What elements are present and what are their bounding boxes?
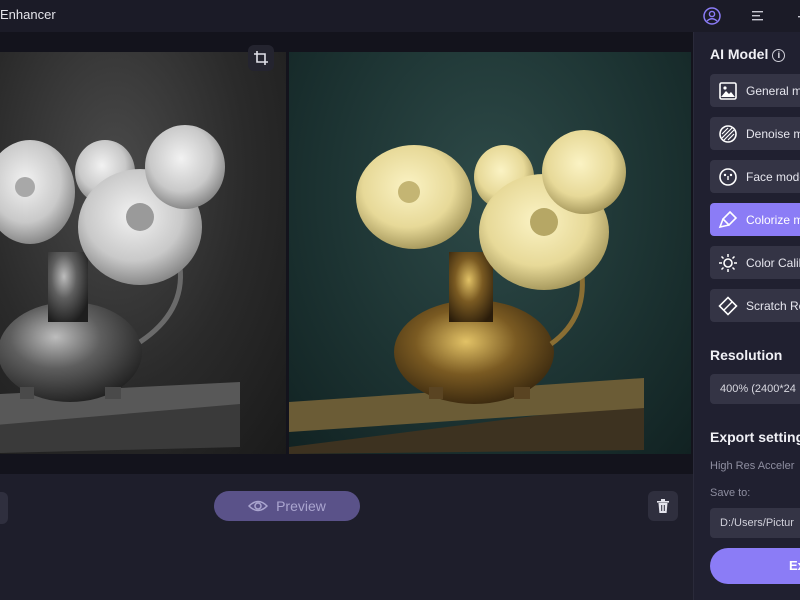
model-label: Scratch Re [746,298,800,313]
model-label: Colorize m [746,212,800,227]
info-icon[interactable]: i [772,49,786,62]
crop-button[interactable] [248,45,274,71]
menu-icon[interactable] [747,5,769,27]
model-general-button[interactable]: General m [710,74,800,107]
resolution-title: Resolution [710,347,783,363]
export-button[interactable]: Ex [710,548,800,584]
eye-icon [248,500,269,512]
trash-icon [657,499,669,513]
minimize-icon[interactable] [790,5,800,27]
denoise-icon [719,124,737,143]
model-label: General m [746,83,800,98]
ai-model-title: AI Model i [710,46,786,62]
app-title: Enhancer [0,7,56,22]
app-window: Enhancer Preview AI Model i General m De… [0,0,800,600]
preview-button[interactable]: Preview [214,491,360,521]
save-path-field[interactable]: D:/Users/Pictur [710,508,800,538]
account-icon[interactable] [701,5,723,27]
model-face-button[interactable]: Face mode [710,160,800,193]
model-scratch-button[interactable]: Scratch Re [710,289,800,322]
bottom-toolbar: Preview [0,474,693,600]
high-res-acceleration-label: High Res Acceler [710,460,795,472]
save-to-label: Save to: [710,487,751,499]
title-bar: Enhancer [0,0,800,32]
model-label: Color Calil [746,255,800,270]
model-denoise-button[interactable]: Denoise m [710,117,800,150]
image-icon [719,81,737,100]
sun-icon [719,253,737,272]
brush-icon [718,210,738,228]
model-colorize-button[interactable]: Colorize m [710,203,800,236]
export-settings-title: Export setting [710,429,800,445]
resolution-select[interactable]: 400% (2400*24 [710,374,800,404]
model-label: Face mode [746,169,800,184]
crop-icon [254,51,268,65]
model-label: Denoise m [746,126,800,141]
scratch-icon [718,295,738,316]
preview-label: Preview [276,498,326,514]
export-label: Ex [789,558,800,573]
compare-divider[interactable] [286,52,289,454]
model-color-calibration-button[interactable]: Color Calil [710,246,800,279]
settings-panel: AI Modeli General m Denoise m Face mode … [693,32,800,600]
delete-button[interactable] [648,491,678,521]
colorized-image [289,52,691,454]
previous-button[interactable] [0,492,8,524]
face-icon [719,167,737,186]
original-image [0,52,286,454]
